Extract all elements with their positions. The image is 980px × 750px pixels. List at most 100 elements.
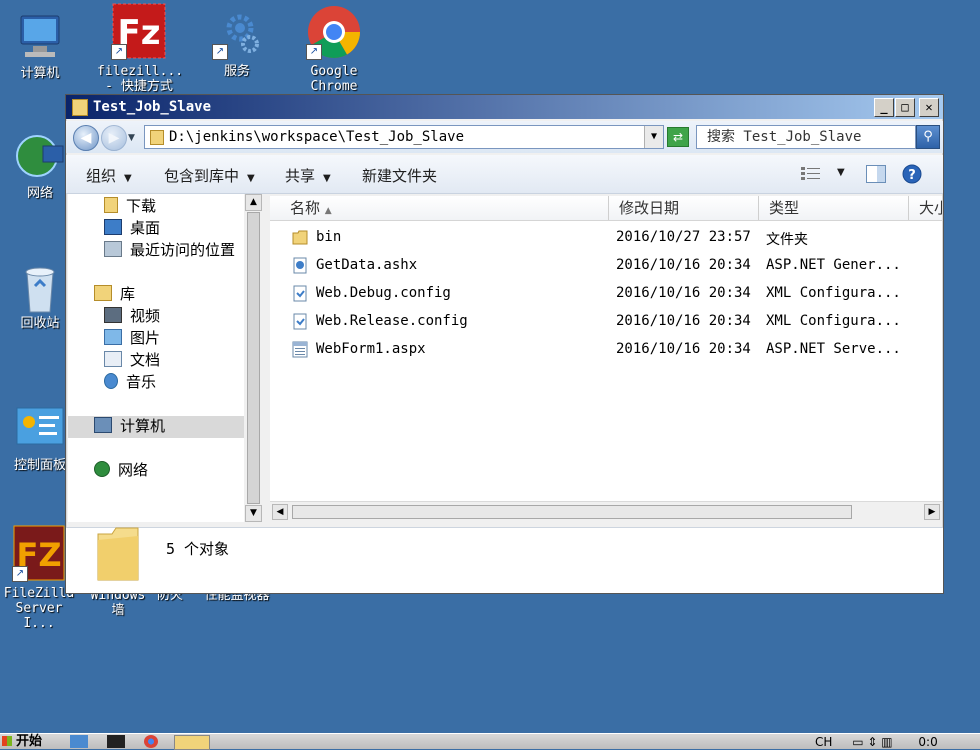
column-header-type[interactable]: 类型 <box>759 196 909 220</box>
file-type: XML Configura... <box>766 313 901 329</box>
preview-pane-icon[interactable] <box>866 165 886 187</box>
scroll-thumb[interactable] <box>247 212 260 504</box>
file-row[interactable]: bin 2016/10/27 23:57 文件夹 <box>270 225 942 251</box>
desktop-icon <box>104 219 122 235</box>
command-bar: 组织 ▼ 包含到库中 ▼ 共享 ▼ 新建文件夹 ▼ ? <box>66 155 943 194</box>
column-header-row: 名称 ▲ 修改日期 类型 大小 <box>270 196 942 221</box>
navigation-pane: 下载 桌面 最近访问的位置 库 视频 图片 文档 音乐 计算机 网络 <box>68 194 244 522</box>
file-modified: 2016/10/27 23:57 <box>616 229 751 245</box>
nav-pane-scrollbar[interactable]: ▲ ▼ <box>245 194 262 522</box>
file-modified: 2016/10/16 20:34 <box>616 341 751 357</box>
libraries-icon <box>94 285 112 301</box>
file-name: Web.Debug.config <box>316 285 451 301</box>
downloads-folder-icon <box>104 197 118 213</box>
share-menu[interactable]: 共享 ▼ <box>285 165 331 186</box>
file-list: 名称 ▲ 修改日期 类型 大小 bin 2016/10/27 23:57 文件夹… <box>270 196 942 501</box>
taskbar-server-manager-icon[interactable] <box>70 735 88 748</box>
details-pane: 5 个对象 <box>66 527 943 593</box>
videos-icon <box>104 307 122 323</box>
nav-item-recent-places[interactable]: 最近访问的位置 <box>104 239 235 259</box>
search-placeholder: 搜索 Test_Job_Slave <box>707 129 862 145</box>
desktop-icon-computer[interactable]: 计算机 <box>0 12 82 81</box>
scroll-left-button[interactable]: ◀ <box>272 504 288 520</box>
forward-button[interactable]: ▶ <box>101 125 127 151</box>
close-button[interactable]: ✕ <box>919 98 939 117</box>
file-type: XML Configura... <box>766 285 901 301</box>
new-folder-button[interactable]: 新建文件夹 <box>362 165 437 186</box>
sort-ascending-icon: ▲ <box>324 206 332 216</box>
explorer-window: Test_Job_Slave _ □ ✕ ◀ ▶ ▼ D:\jenkins\wo… <box>65 94 944 594</box>
chevron-down-icon: ▼ <box>124 173 132 184</box>
folder-icon <box>72 99 88 116</box>
start-button[interactable]: 开始 <box>0 734 48 749</box>
recycle-bin-icon <box>15 262 65 313</box>
file-row[interactable]: Web.Release.config 2016/10/16 20:34 XML … <box>270 309 942 335</box>
nav-item-network[interactable]: 网络 <box>94 459 148 479</box>
documents-icon <box>104 351 122 367</box>
scroll-up-button[interactable]: ▲ <box>245 194 262 211</box>
file-row[interactable]: GetData.ashx 2016/10/16 20:34 ASP.NET Ge… <box>270 253 942 279</box>
taskbar-chrome-icon[interactable] <box>144 735 158 748</box>
control-panel-icon <box>15 404 65 454</box>
desktop-icon-services[interactable]: ↗ 服务 <box>195 10 279 79</box>
title-bar[interactable]: Test_Job_Slave _ □ ✕ <box>66 95 943 119</box>
search-icon[interactable]: ⚲ <box>916 125 940 149</box>
nav-item-downloads[interactable]: 下载 <box>104 195 156 215</box>
view-options-icon[interactable] <box>801 166 821 186</box>
file-type: ASP.NET Gener... <box>766 257 901 273</box>
search-input[interactable]: 搜索 Test_Job_Slave <box>696 125 916 149</box>
desktop-icon-filezilla-shortcut[interactable]: Fz ↗ filezill... - 快捷方式 <box>97 2 183 94</box>
shortcut-arrow-icon: ↗ <box>111 44 127 60</box>
clock[interactable]: 0:0 <box>918 735 937 749</box>
column-header-name[interactable]: 名称 ▲ <box>270 196 609 220</box>
folder-icon <box>292 230 308 245</box>
view-dropdown-icon[interactable]: ▼ <box>837 167 845 178</box>
nav-item-desktop[interactable]: 桌面 <box>104 217 160 237</box>
nav-item-pictures[interactable]: 图片 <box>104 327 160 347</box>
scroll-down-button[interactable]: ▼ <box>245 505 262 522</box>
filezilla-icon: Fz ↗ <box>111 2 167 60</box>
taskbar: 开始 CH ▭ ⇕ ▥ 0:0 <box>0 733 980 750</box>
nav-item-videos[interactable]: 视频 <box>104 305 160 325</box>
folder-icon <box>150 130 164 145</box>
taskbar-cmd-icon[interactable] <box>107 735 125 748</box>
shortcut-arrow-icon: ↗ <box>12 566 28 582</box>
tray-icons[interactable]: ▭ ⇕ ▥ <box>852 735 892 749</box>
language-indicator[interactable]: CH <box>815 735 832 749</box>
column-header-size[interactable]: 大小 <box>909 196 942 220</box>
file-name: WebForm1.aspx <box>316 341 426 357</box>
minimize-button[interactable]: _ <box>874 98 894 117</box>
windows-logo-icon <box>2 736 12 746</box>
file-list-horizontal-scrollbar[interactable]: ◀ ▶ <box>270 501 942 522</box>
file-type: ASP.NET Serve... <box>766 341 901 357</box>
maximize-button[interactable]: □ <box>895 98 915 117</box>
ashx-file-icon <box>293 257 307 274</box>
recent-pages-dropdown[interactable]: ▼ <box>128 133 135 143</box>
organize-menu[interactable]: 组织 ▼ <box>86 165 132 186</box>
address-field[interactable]: D:\jenkins\workspace\Test_Job_Slave ▼ <box>144 125 664 149</box>
file-modified: 2016/10/16 20:34 <box>616 257 751 273</box>
include-in-library-menu[interactable]: 包含到库中 ▼ <box>164 165 255 186</box>
file-row[interactable]: WebForm1.aspx 2016/10/16 20:34 ASP.NET S… <box>270 337 942 363</box>
computer-icon <box>94 417 112 433</box>
nav-item-computer[interactable]: 计算机 <box>94 415 165 435</box>
file-row[interactable]: Web.Debug.config 2016/10/16 20:34 XML Co… <box>270 281 942 307</box>
file-modified: 2016/10/16 20:34 <box>616 313 751 329</box>
file-type: 文件夹 <box>766 232 808 248</box>
back-button[interactable]: ◀ <box>73 125 99 151</box>
network-globe-icon <box>15 132 65 182</box>
desktop-icon-google-chrome[interactable]: ↗ Google Chrome <box>292 2 376 94</box>
refresh-button[interactable]: ⇄ <box>667 127 689 147</box>
config-file-icon <box>293 313 307 330</box>
nav-item-documents[interactable]: 文档 <box>104 349 160 369</box>
address-dropdown-button[interactable]: ▼ <box>644 126 663 148</box>
help-icon[interactable]: ? <box>902 164 922 188</box>
nav-item-libraries[interactable]: 库 <box>94 283 135 303</box>
chevron-down-icon: ▼ <box>247 173 255 184</box>
scroll-thumb[interactable] <box>292 505 852 519</box>
nav-item-music[interactable]: 音乐 <box>104 371 156 391</box>
network-globe-icon <box>94 461 110 477</box>
column-header-modified[interactable]: 修改日期 <box>609 196 759 220</box>
scroll-right-button[interactable]: ▶ <box>924 504 940 520</box>
window-title: Test_Job_Slave <box>93 99 212 115</box>
